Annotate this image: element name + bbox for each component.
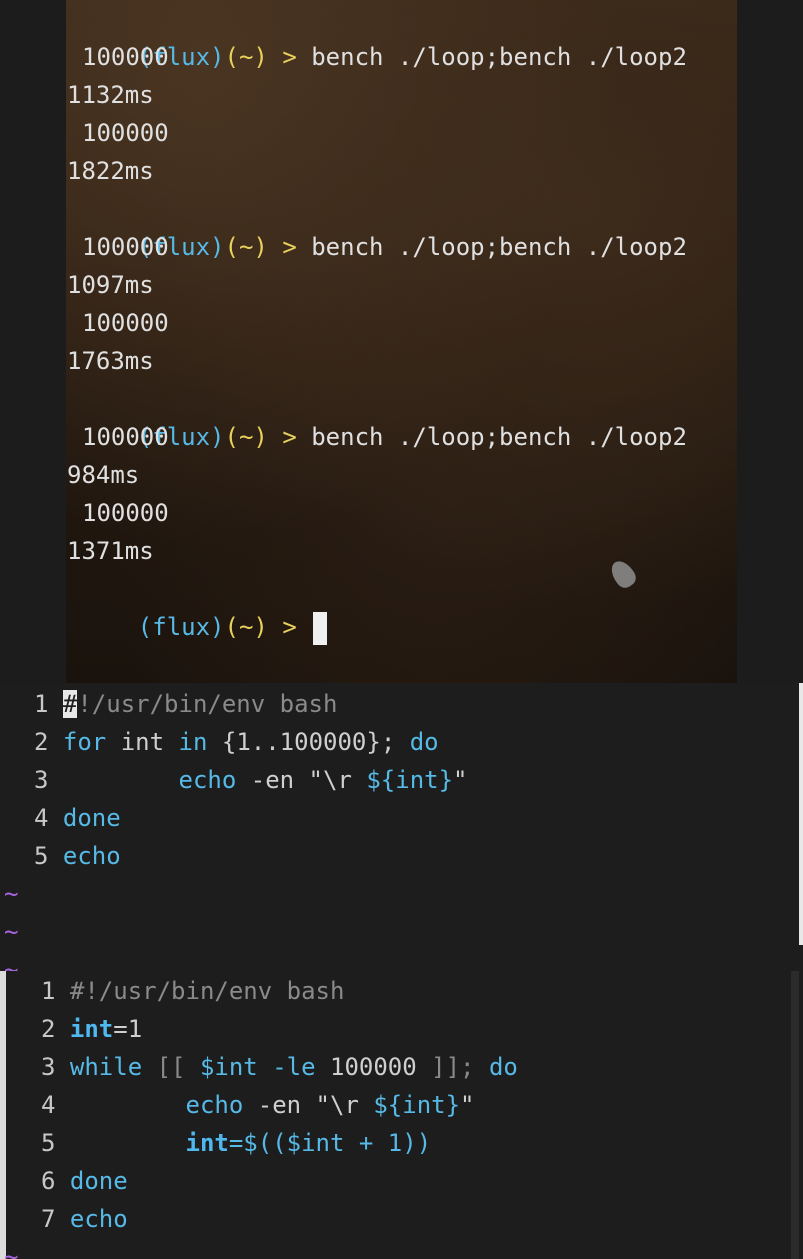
output-count: 100000 (82, 119, 169, 147)
prompt-arrow: > (282, 423, 297, 451)
code-line: 4 echo -en "\r ${int}" (41, 1091, 475, 1119)
code-line: 1 #!/usr/bin/env bash (34, 690, 338, 718)
prompt-dir: (~) (224, 233, 268, 261)
current-prompt[interactable]: (flux)(~) > (80, 570, 328, 645)
output-count: 100000 (82, 423, 169, 451)
output-time: 984ms (67, 461, 140, 489)
scrollbar[interactable] (791, 971, 799, 1259)
output-time: 1763ms (67, 347, 154, 375)
empty-line-marker: ~ (4, 880, 19, 908)
output-time: 1097ms (67, 271, 154, 299)
output-time: 1132ms (67, 81, 154, 109)
code-line: 1 #!/usr/bin/env bash (41, 977, 345, 1005)
output-count: 100000 (82, 499, 169, 527)
output-time: 1371ms (67, 537, 154, 565)
command-text: bench ./loop;bench ./loop2 (311, 233, 687, 261)
empty-line-marker: ~ (4, 956, 19, 971)
code-line: 3 echo -en "\r ${int}" (34, 766, 468, 794)
text-cursor (313, 611, 328, 645)
window-edge (0, 971, 6, 1259)
prompt-line: (flux)(~) > bench ./loop;bench ./loop2 (80, 380, 687, 451)
command-text: bench ./loop;bench ./loop2 (311, 43, 687, 71)
output-count: 100000 (82, 233, 169, 261)
code-line: 3 while [[ $int -le 100000 ]]; do (41, 1053, 518, 1081)
mouse-pointer-icon (606, 556, 640, 592)
code-line: 5 echo (34, 842, 121, 870)
prompt-dir: (~) (224, 613, 268, 641)
code-line: 2 for int in {1..100000}; do (34, 728, 439, 756)
editor-pane-loop[interactable]: 1 #!/usr/bin/env bash 2 for int in {1..1… (0, 683, 803, 971)
empty-line-marker: ~ (4, 918, 19, 946)
prompt-env: (flux) (137, 613, 225, 641)
prompt-line: (flux)(~) > bench ./loop;bench ./loop2 (80, 0, 687, 71)
command-text: bench ./loop;bench ./loop2 (311, 423, 687, 451)
terminal-window[interactable]: (flux)(~) > bench ./loop;bench ./loop2 1… (66, 0, 737, 683)
output-count: 100000 (82, 43, 169, 71)
prompt-arrow: > (282, 233, 297, 261)
prompt-arrow: > (282, 43, 297, 71)
code-line: 7 echo (41, 1205, 128, 1233)
prompt-dir: (~) (224, 43, 268, 71)
prompt-line: (flux)(~) > bench ./loop;bench ./loop2 (80, 190, 687, 261)
code-line: 5 int=$(($int + 1)) (41, 1129, 432, 1157)
output-time: 1822ms (67, 157, 154, 185)
empty-line-marker: ~ (4, 1243, 19, 1259)
prompt-dir: (~) (224, 423, 268, 451)
scrollbar[interactable] (799, 683, 803, 945)
code-line: 6 done (41, 1167, 128, 1195)
prompt-arrow: > (282, 613, 297, 641)
editor-pane-loop2[interactable]: 1 #!/usr/bin/env bash 2 int=1 3 while [[… (0, 971, 803, 1259)
code-line: 4 done (34, 804, 121, 832)
code-line: 2 int=1 (41, 1015, 143, 1043)
output-count: 100000 (82, 309, 169, 337)
cursor-char: # (62, 690, 78, 718)
